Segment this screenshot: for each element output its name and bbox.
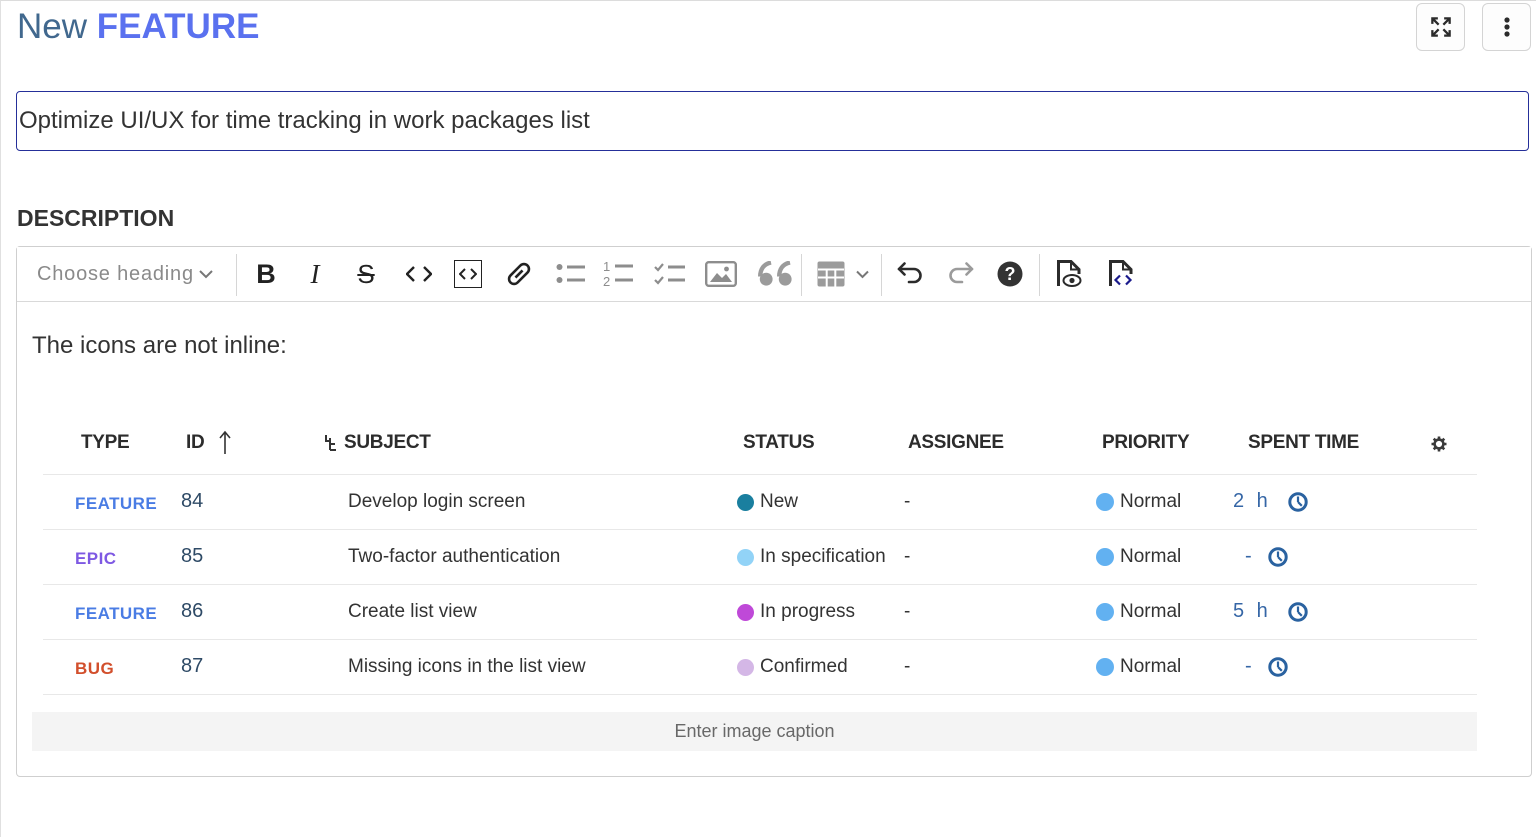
svg-text:1: 1 bbox=[603, 260, 610, 274]
svg-text:2: 2 bbox=[603, 274, 610, 288]
svg-text:?: ? bbox=[1005, 264, 1016, 284]
